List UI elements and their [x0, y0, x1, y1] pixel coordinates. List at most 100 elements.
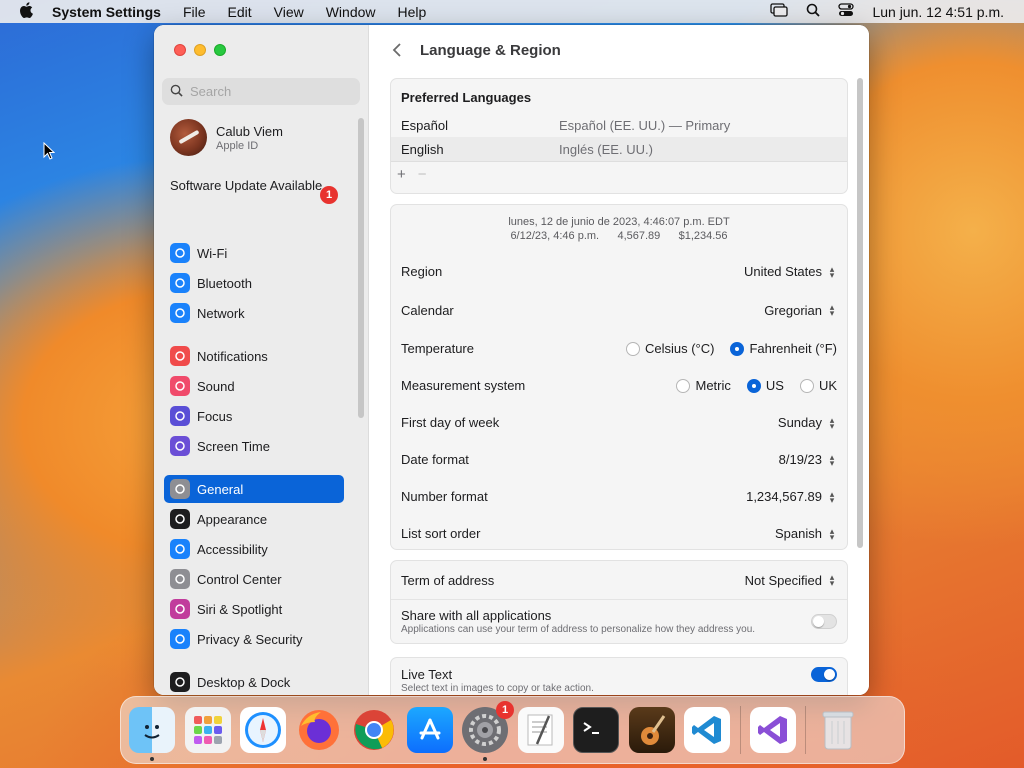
- term-of-address-value: Not Specified: [744, 572, 822, 588]
- finder-icon[interactable]: [129, 707, 175, 761]
- search-field[interactable]: [162, 78, 360, 105]
- spotlight-search-icon[interactable]: [806, 3, 821, 20]
- chevron-up-down-icon: ▴ ▾: [829, 488, 835, 505]
- sidebar-item-label: Control Center: [197, 571, 282, 587]
- add-language-button[interactable]: +: [397, 166, 406, 183]
- sidebar-item-label: Wi-Fi: [197, 245, 228, 261]
- fahrenheit-option[interactable]: Fahrenheit (°F): [730, 341, 837, 356]
- sidebar-item-general[interactable]: General: [164, 475, 344, 503]
- menu-clock[interactable]: Lun jun. 12 4:51 p.m.: [872, 4, 1004, 20]
- trash-icon[interactable]: [815, 707, 861, 753]
- bluetooth-icon: [170, 273, 190, 293]
- content-scrollbar[interactable]: [857, 78, 863, 548]
- sidebar-scrollbar[interactable]: [358, 118, 364, 418]
- measurement-label: Measurement system: [401, 378, 526, 393]
- firefox-icon[interactable]: [296, 707, 342, 753]
- live-text-panel: Live Text Select text in images to copy …: [390, 657, 848, 695]
- radio-button[interactable]: [730, 341, 745, 356]
- menu-window[interactable]: Window: [326, 4, 376, 20]
- menu-edit[interactable]: Edit: [228, 4, 252, 20]
- minimize-button[interactable]: [194, 44, 206, 56]
- menu-app-name[interactable]: System Settings: [52, 4, 161, 20]
- search-input[interactable]: [190, 84, 350, 99]
- sort-order-popup[interactable]: Spanish ▴ ▾: [775, 526, 837, 541]
- accessibility-icon: [170, 539, 190, 559]
- control-center-icon[interactable]: [838, 3, 855, 20]
- running-indicator: [483, 757, 487, 761]
- vscode-icon[interactable]: [684, 707, 730, 753]
- sidebar-item-screen-time[interactable]: Screen Time: [164, 432, 344, 460]
- remove-language-button[interactable]: −: [418, 166, 427, 183]
- system-settings-icon[interactable]: 1: [462, 701, 514, 761]
- sidebar-item-focus[interactable]: Focus: [164, 402, 344, 430]
- number-format-popup[interactable]: 1,234,567.89 ▴ ▾: [746, 489, 837, 504]
- sidebar-item-label: Privacy & Security: [197, 631, 303, 647]
- first-day-popup[interactable]: Sunday ▴ ▾: [778, 415, 837, 430]
- format-preview-line: 6/12/23, 4:46 p.m. 4,567.89 $1,234.56: [510, 230, 728, 242]
- app-store-icon[interactable]: [406, 707, 453, 753]
- calendar-popup[interactable]: Gregorian ▴ ▾: [764, 303, 837, 318]
- sort-order-value: Spanish: [775, 526, 822, 541]
- apple-id-item[interactable]: Calub Viem Apple ID: [170, 119, 283, 156]
- share-toggle[interactable]: [811, 614, 837, 629]
- date-format-popup[interactable]: 8/19/23 ▴ ▾: [779, 452, 837, 467]
- celsius-option[interactable]: Celsius (°C): [625, 341, 714, 356]
- sidebar-item-privacy-security[interactable]: Privacy & Security: [164, 625, 344, 653]
- radio-button[interactable]: [625, 341, 640, 356]
- sidebar-item-siri-spotlight[interactable]: Siri & Spotlight: [164, 595, 344, 623]
- sidebar-item-wi-fi[interactable]: Wi-Fi: [164, 239, 344, 267]
- zoom-button[interactable]: [214, 44, 226, 56]
- sidebar-item-appearance[interactable]: Appearance: [164, 505, 344, 533]
- terminal-icon[interactable]: [573, 707, 619, 753]
- sidebar-item-control-center[interactable]: Control Center: [164, 565, 344, 593]
- sidebar-item-bluetooth[interactable]: Bluetooth: [164, 269, 344, 297]
- sidebar-item-network[interactable]: Network: [164, 299, 344, 327]
- measurement-row: Measurement system Metric US UK: [391, 367, 847, 404]
- region-label: Region: [401, 264, 443, 279]
- radio-button[interactable]: [746, 378, 761, 393]
- chevron-up-down-icon: ▴ ▾: [829, 414, 835, 431]
- menu-help[interactable]: Help: [398, 4, 427, 20]
- region-popup[interactable]: United States ▴ ▾: [744, 264, 837, 279]
- share-description: Applications can use your term of addres…: [401, 624, 756, 635]
- region-row: Region United States ▴ ▾: [391, 253, 847, 290]
- user-subtitle: Apple ID: [216, 139, 259, 152]
- uk-option[interactable]: UK: [799, 378, 837, 393]
- calendar-row: Calendar Gregorian ▴ ▾: [391, 290, 847, 330]
- us-option[interactable]: US: [746, 378, 784, 393]
- live-text-toggle[interactable]: [811, 667, 837, 682]
- screen-mirroring-icon[interactable]: [770, 3, 789, 20]
- sidebar-item-sound[interactable]: Sound: [164, 372, 344, 400]
- sidebar-item-accessibility[interactable]: Accessibility: [164, 535, 344, 563]
- term-of-address-popup[interactable]: Not Specified ▴ ▾: [745, 573, 837, 588]
- radio-button[interactable]: [799, 378, 814, 393]
- back-button[interactable]: [392, 41, 402, 64]
- menu-view[interactable]: View: [274, 4, 304, 20]
- garageband-icon[interactable]: [628, 707, 675, 753]
- temperature-options: Celsius (°C) Fahrenheit (°F): [616, 341, 837, 356]
- language-detail: Inglés (EE. UU.): [559, 141, 653, 157]
- first-day-label: First day of week: [401, 415, 500, 430]
- term-of-address-panel: Term of address Not Specified ▴ ▾ Share w…: [390, 560, 848, 644]
- speaker-icon: [170, 376, 190, 396]
- menu-bar: System Settings File Edit View Window He…: [0, 0, 1024, 23]
- language-row[interactable]: English Inglés (EE. UU.): [391, 137, 847, 161]
- live-text-label: Live Text: [401, 667, 453, 682]
- radio-button[interactable]: [676, 378, 691, 393]
- measurement-options: Metric US UK: [666, 378, 837, 393]
- safari-icon[interactable]: [240, 707, 286, 753]
- sidebar-item-notifications[interactable]: Notifications: [164, 342, 344, 370]
- metric-option[interactable]: Metric: [676, 378, 731, 393]
- sidebar-item-desktop-dock[interactable]: Desktop & Dock: [164, 668, 344, 695]
- software-update-item[interactable]: Software Update Available: [170, 178, 340, 194]
- launchpad-icon[interactable]: [184, 707, 231, 753]
- format-preview-line: lunes, 12 de junio de 2023, 4:46:07 p.m.…: [508, 216, 730, 228]
- menu-file[interactable]: File: [183, 4, 206, 20]
- close-button[interactable]: [174, 44, 186, 56]
- language-row[interactable]: Español Español (EE. UU.) — Primary: [391, 113, 847, 137]
- apple-menu-icon[interactable]: [0, 1, 52, 22]
- metric-label: Metric: [695, 378, 731, 393]
- visual-studio-icon[interactable]: [749, 707, 796, 753]
- textedit-icon[interactable]: [517, 707, 564, 753]
- chrome-icon[interactable]: [351, 707, 397, 753]
